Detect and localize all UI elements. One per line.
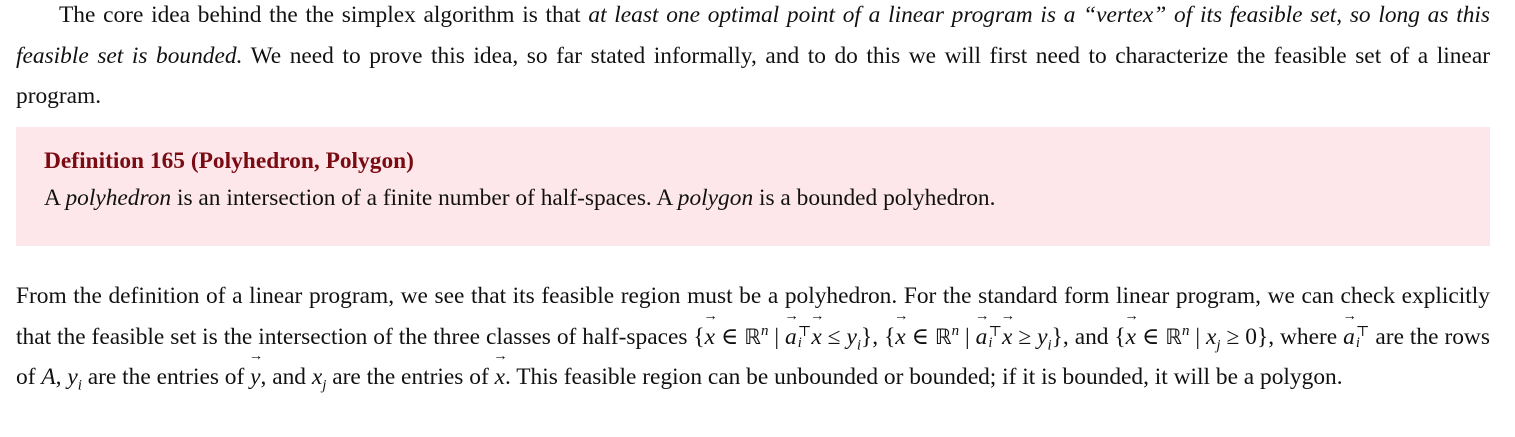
math-reals: ℝ [1165,323,1182,349]
definition-text: is an intersection of a finite number of… [171,185,678,211]
math-in: ∈ [905,323,935,350]
math-y: y [67,364,78,390]
math-exponent-n: n [951,322,960,339]
vector-y: y [250,357,260,398]
math-y: y [846,323,857,350]
math-ge: ≥ [1012,323,1038,350]
math-mid: | [1189,323,1206,350]
followup-text: , where [1268,323,1344,350]
math-y: y [1037,323,1048,350]
followup-text: are the entries of [326,364,495,390]
definition-box: Definition 165 (Polyhedron, Polygon) A p… [16,127,1490,246]
math-index-i: i [988,335,993,352]
definition-text: is a bounded polyhedron. [753,185,996,211]
intro-paragraph: The core idea behind the the simplex alg… [16,0,1490,117]
math-x: x [1206,323,1217,350]
vector-x: x [705,317,715,358]
math-zero: 0 [1245,323,1257,350]
math-ge: ≥ [1220,323,1246,350]
vector-a: a [976,317,988,358]
math-brace: { [884,323,896,350]
vector-x: x [1002,317,1012,358]
followup-text: , [872,323,885,350]
vector-x: x [1126,317,1136,358]
definition-body: A polyhedron is an intersection of a fin… [44,178,1462,218]
math-le: ≤ [821,323,847,350]
math-index-i: i [797,335,802,352]
followup-text: , and [260,364,312,390]
math-brace: { [693,323,705,350]
definition-text: A [44,185,66,211]
followup-paragraph: From the definition of a linear program,… [16,276,1490,398]
vector-x: x [495,357,505,398]
document-page: The core idea behind the the simplex alg… [0,0,1515,437]
intro-lead-text: The core idea behind the the simplex alg… [59,2,589,28]
followup-text: , [55,364,68,390]
math-reals: ℝ [744,323,761,349]
definition-title: Definition 165 (Polyhedron, Polygon) [44,148,414,174]
followup-text: , and [1062,323,1115,350]
math-brace: { [1114,323,1126,350]
math-brace: } [1051,323,1063,350]
definition-term-polygon: polygon [677,185,754,211]
math-mid: | [768,323,785,350]
nonnegativity-set: {x ∈ ℝn | xj ≥ 0} [1114,323,1269,352]
math-index-i: i [1355,335,1360,352]
math-matrix-a: A [41,364,56,390]
halfspace-ge-set: {x ∈ ℝn | a⊤ix ≥ yi} [884,322,1063,352]
math-supsub: ⊤ i [1355,324,1370,352]
math-brace: } [1257,323,1269,350]
math-supsub: ⊤ i [988,324,1002,352]
math-supsub: ⊤ i [797,324,812,352]
math-reals: ℝ [934,323,952,349]
math-in: ∈ [715,323,745,350]
math-in: ∈ [1136,323,1166,350]
definition-term-polyhedron: polyhedron [65,185,172,211]
math-brace: } [861,323,873,350]
vector-a: a [1343,317,1355,358]
vector-x: x [811,317,821,358]
halfspace-le-set: {x ∈ ℝn | a⊤ix ≤ yi} [693,323,873,352]
math-x: x [311,364,323,390]
vector-x: x [895,317,905,358]
vector-a: a [785,317,797,358]
math-mid: | [959,323,976,350]
followup-text: . This feasible region can be unbounded … [504,364,1343,390]
followup-text: are the entries of [81,364,251,390]
